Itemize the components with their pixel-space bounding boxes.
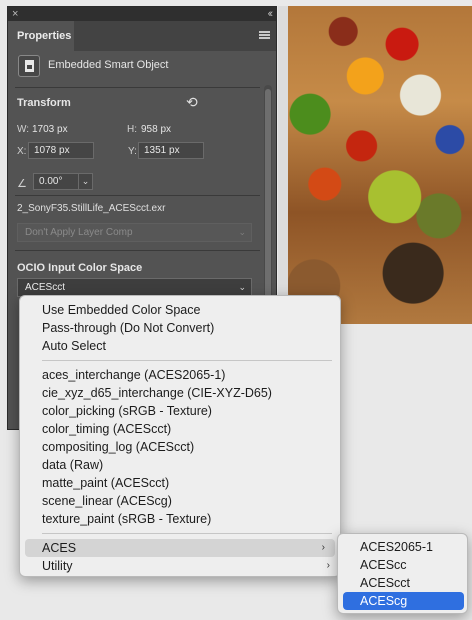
ocio-selected-value: ACEScct xyxy=(25,282,66,293)
menu-item[interactable]: matte_paint (ACEScct) xyxy=(20,474,340,492)
submenu-item[interactable]: ACEScc xyxy=(338,556,467,574)
x-position-field[interactable]: 1078 px xyxy=(28,142,94,159)
submenu-item[interactable]: ACES2065-1 xyxy=(338,538,467,556)
angle-dropdown-button[interactable]: ⌄ xyxy=(78,173,93,190)
height-value: 958 px xyxy=(141,124,172,135)
panel-tab-row: Properties xyxy=(8,21,276,51)
transform-title: Transform xyxy=(17,97,71,109)
menu-item[interactable]: color_picking (sRGB - Texture) xyxy=(20,402,340,420)
menu-item[interactable]: texture_paint (sRGB - Texture) xyxy=(20,510,340,528)
panel-topbar: × ‹‹ xyxy=(8,7,276,21)
chevron-right-icon: › xyxy=(326,560,330,571)
menu-item[interactable]: color_timing (ACEScct) xyxy=(20,420,340,438)
chevron-down-icon: ⌄ xyxy=(238,282,246,292)
submenu-item[interactable]: ACEScct xyxy=(338,574,467,592)
menu-item[interactable]: aces_interchange (ACES2065-1) xyxy=(20,366,340,384)
menu-item-aces[interactable]: ACES › xyxy=(25,539,335,557)
width-value: 1703 px xyxy=(32,124,68,135)
still-life-image xyxy=(288,6,472,324)
menu-separator xyxy=(42,360,332,361)
smart-object-icon xyxy=(18,55,40,77)
chevron-right-icon: › xyxy=(321,542,325,553)
menu-item[interactable]: data (Raw) xyxy=(20,456,340,474)
ocio-title: OCIO Input Color Space xyxy=(17,262,143,274)
angle-field[interactable]: 0.00° xyxy=(33,173,79,190)
menu-item[interactable]: scene_linear (ACEScg) xyxy=(20,492,340,510)
scrollbar-thumb[interactable] xyxy=(265,89,271,303)
object-type-label: Embedded Smart Object xyxy=(48,59,169,71)
menu-separator xyxy=(42,533,332,534)
menu-item-label: ACES xyxy=(42,541,77,555)
panel-menu-icon[interactable] xyxy=(259,31,270,39)
source-filename: 2_SonyF35.StillLife_ACEScct.exr xyxy=(17,203,166,214)
y-position-field[interactable]: 1351 px xyxy=(138,142,204,159)
x-label: X: xyxy=(17,146,27,157)
menu-item[interactable]: Auto Select xyxy=(20,337,340,355)
menu-item[interactable]: cie_xyz_d65_interchange (CIE-XYZ-D65) xyxy=(20,384,340,402)
layer-comp-select: Don't Apply Layer Comp ⌄ xyxy=(17,223,252,242)
menu-item[interactable]: compositing_log (ACEScct) xyxy=(20,438,340,456)
collapse-icon[interactable]: ‹‹ xyxy=(268,7,274,21)
menu-item-utility[interactable]: Utility › xyxy=(20,557,340,575)
y-label: Y: xyxy=(128,146,137,157)
angle-icon: ∠ xyxy=(17,178,27,190)
divider xyxy=(15,250,260,251)
height-label: H: xyxy=(127,124,137,135)
aces-submenu: ACES2065-1 ACEScc ACEScct ACEScg xyxy=(337,533,468,614)
tab-properties[interactable]: Properties xyxy=(8,21,74,51)
color-space-menu: Use Embedded Color Space Pass-through (D… xyxy=(19,295,341,577)
menu-item-label: Utility xyxy=(42,559,73,573)
close-icon[interactable]: × xyxy=(12,7,18,21)
reset-transform-icon[interactable]: ⟲ xyxy=(186,95,199,109)
submenu-item-selected[interactable]: ACEScg xyxy=(343,592,464,610)
divider xyxy=(15,195,260,196)
chevron-down-icon: ⌄ xyxy=(238,227,246,237)
menu-item[interactable]: Use Embedded Color Space xyxy=(20,301,340,319)
width-label: W: xyxy=(17,124,30,135)
divider xyxy=(15,87,260,88)
layer-comp-value: Don't Apply Layer Comp xyxy=(25,227,133,238)
canvas-background xyxy=(278,6,288,324)
menu-item[interactable]: Pass-through (Do Not Convert) xyxy=(20,319,340,337)
